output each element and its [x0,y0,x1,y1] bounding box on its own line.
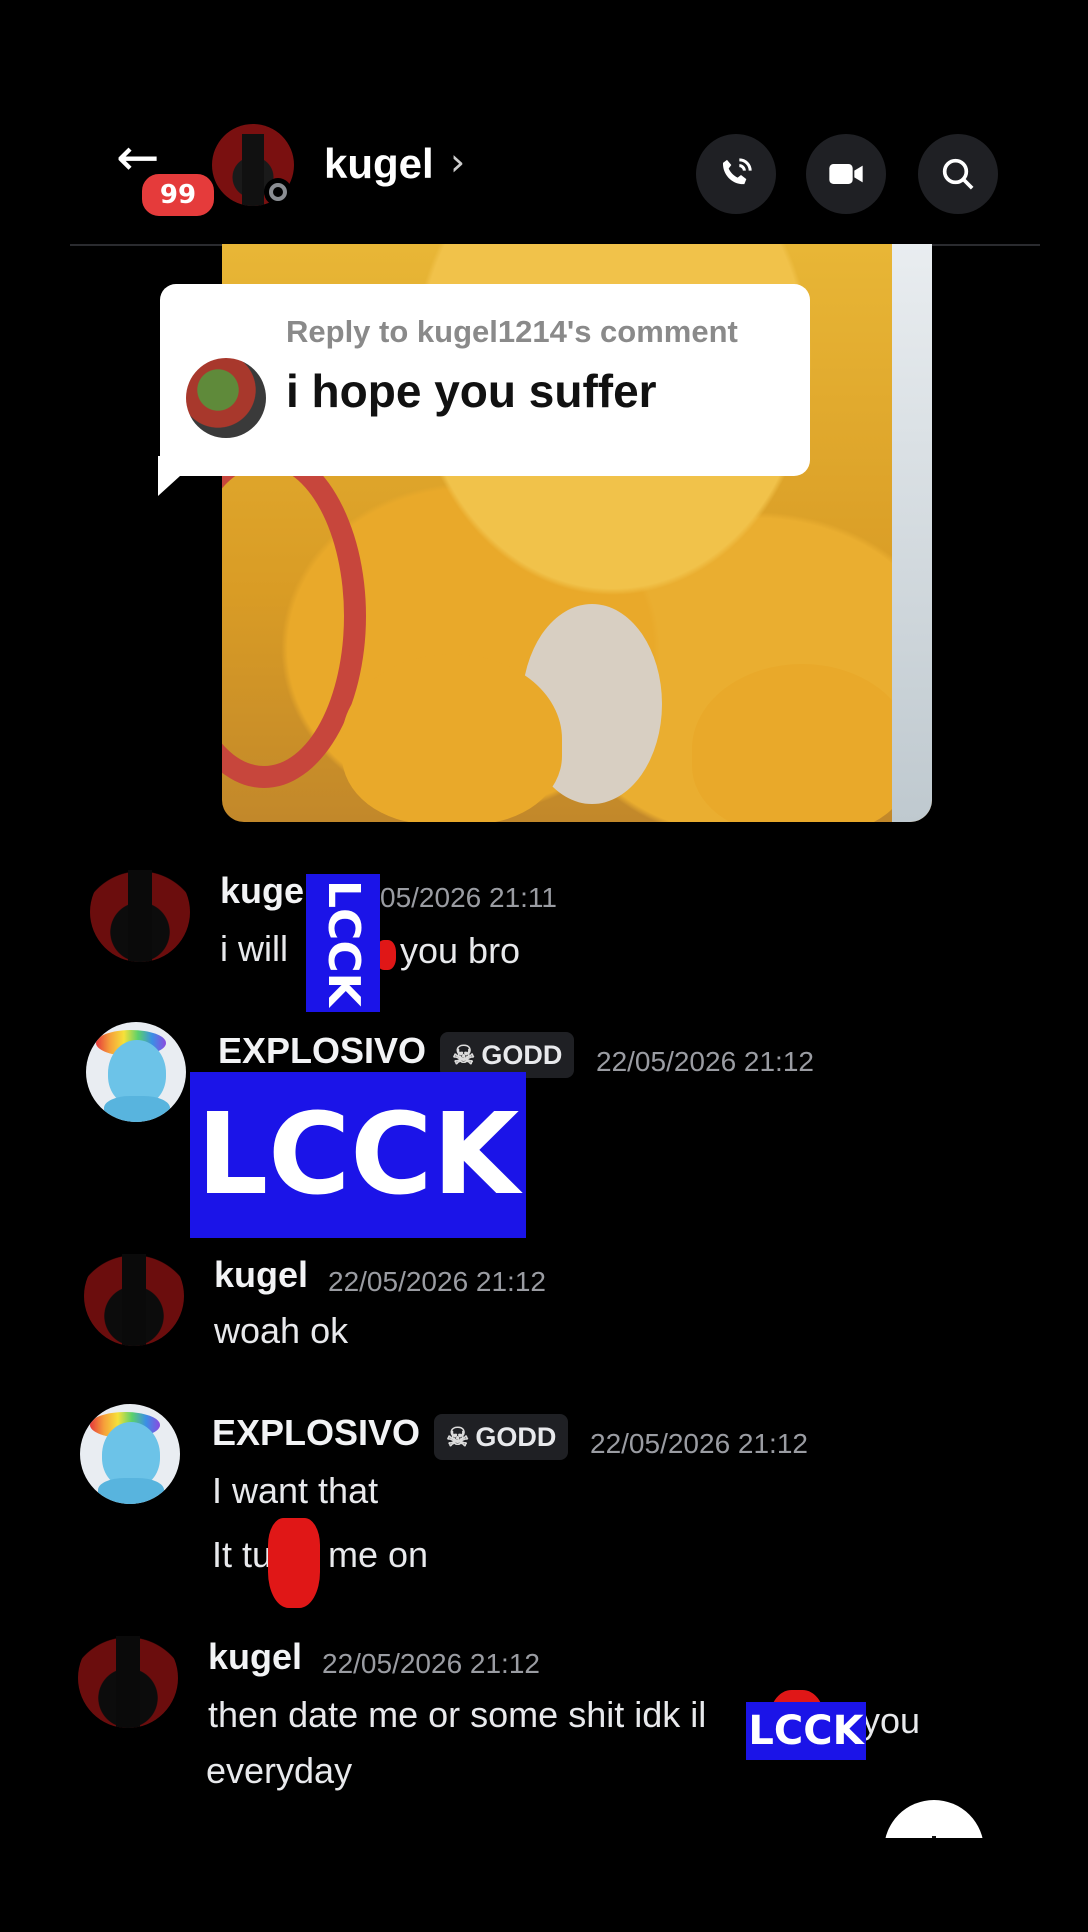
message-text: It tu [212,1534,273,1575]
unread-badge: 99 [138,170,218,220]
lock-stamp: LCCK [306,874,380,1012]
message-author[interactable]: EXPLOSIVO [212,1412,420,1454]
chat-header: ← 99 kugel › [0,0,1088,240]
reply-heading: Reply to kugel1214's comment [286,314,738,349]
phone-call-button[interactable] [696,134,776,214]
message-text: woah ok [214,1310,349,1351]
message-text: i will [220,928,288,969]
message-timestamp: 05/2026 21:11 [380,882,557,913]
message-author[interactable]: kugel [208,1636,302,1678]
red-scribble [268,1518,320,1608]
kugel-avatar[interactable] [84,1246,184,1346]
explosivo-avatar[interactable] [86,1022,186,1122]
message-timestamp: 22/05/2026 21:12 [596,1046,814,1077]
message-author[interactable]: kugel [220,870,314,912]
message-timestamp: 22/05/2026 21:12 [328,1266,546,1297]
phone-icon [722,158,752,185]
lock-stamp: LCCK [746,1702,866,1760]
kugel-avatar[interactable] [78,1628,178,1728]
bottom-area [0,1838,1088,1932]
commenter-avatar [186,358,266,438]
role-tag: ☠ GODD [434,1414,569,1460]
role-tag-label: GODD [475,1421,557,1452]
message-text: I want that [212,1470,379,1511]
message-text: you bro [400,930,521,971]
skull-icon: ☠ [446,1421,470,1452]
message-timestamp: 22/05/2026 21:12 [590,1428,808,1459]
message-author[interactable]: kugel [214,1254,308,1296]
reply-comment-text: i hope you suffer [286,365,657,417]
message-timestamp: 22/05/2026 21:12 [322,1648,540,1679]
video-call-button[interactable] [806,134,886,214]
contact-name[interactable]: kugel [324,140,434,188]
search-icon [942,158,974,190]
offline-status-icon [264,178,292,206]
message-text: you [862,1700,921,1741]
chevron-right-icon[interactable]: › [450,140,465,184]
message-text: then date me or some shit idk il [208,1694,707,1735]
skull-icon: ☠ [452,1039,476,1070]
message-author[interactable]: EXPLOSIVO [218,1030,426,1072]
lock-stamp: LCCK [190,1072,526,1238]
explosivo-avatar[interactable] [80,1404,180,1504]
role-tag-label: GODD [481,1039,563,1070]
video-camera-icon [829,164,863,184]
reply-comment-card: Reply to kugel1214's comment i hope you … [160,284,810,476]
search-button[interactable] [918,134,998,214]
message-text: everyday [206,1750,353,1791]
kugel-avatar[interactable] [90,862,190,962]
